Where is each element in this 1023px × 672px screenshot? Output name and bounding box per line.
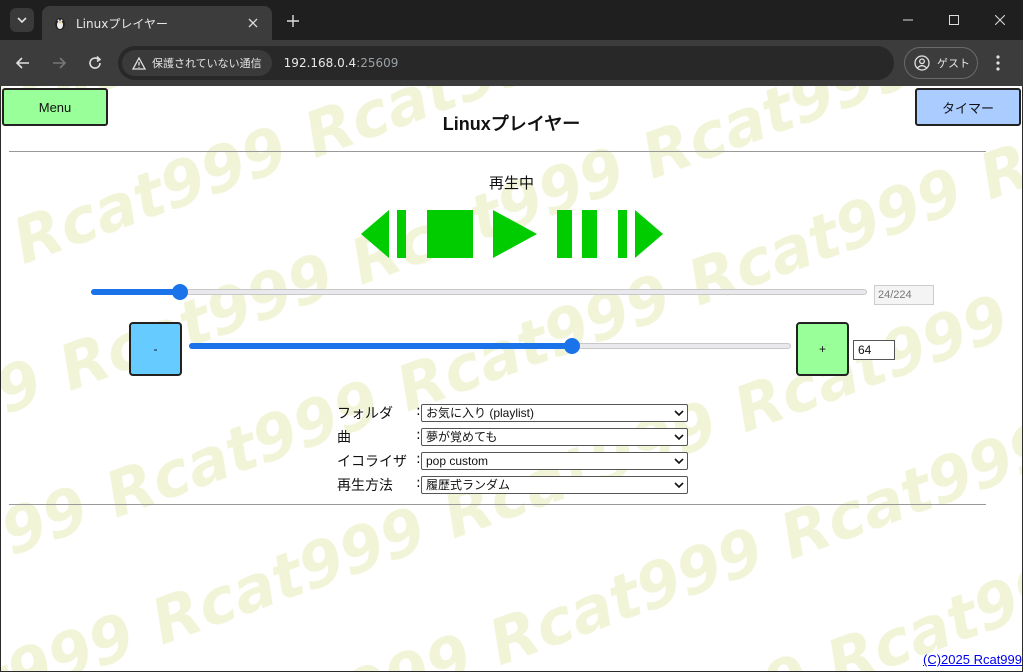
pause-icon[interactable] bbox=[557, 210, 599, 258]
colon: : bbox=[416, 427, 421, 443]
arrow-right-icon bbox=[53, 57, 67, 69]
chevron-down-icon bbox=[674, 482, 684, 489]
reload-icon bbox=[89, 55, 102, 69]
url-text: 192.168.0.4:25609 bbox=[284, 56, 399, 70]
play-icon[interactable] bbox=[493, 210, 537, 258]
profile-button[interactable]: ゲスト bbox=[904, 47, 978, 79]
next-icon[interactable] bbox=[618, 210, 663, 258]
colon: : bbox=[416, 475, 421, 491]
minimize-button[interactable] bbox=[885, 0, 931, 40]
warning-icon bbox=[132, 56, 146, 70]
minimize-icon bbox=[903, 19, 913, 21]
equalizer-value: pop custom bbox=[426, 454, 489, 468]
page-content: Rcat999 Menu Linuxプレイヤー タイマー 再生中 24/224 … bbox=[1, 86, 1022, 671]
forward-button[interactable] bbox=[47, 51, 71, 75]
page-title: Linuxプレイヤー bbox=[442, 114, 581, 134]
account-icon bbox=[914, 55, 930, 71]
maximize-button[interactable] bbox=[931, 0, 977, 40]
security-label: 保護されていない通信 bbox=[152, 57, 262, 70]
chevron-down-icon bbox=[674, 458, 684, 465]
slider-thumb[interactable] bbox=[564, 338, 581, 354]
playmode-select[interactable]: 履歴式ランダム bbox=[421, 476, 688, 494]
song-select[interactable]: 夢が覚めても bbox=[421, 428, 688, 446]
window-controls bbox=[885, 0, 1023, 40]
tab-title: Linuxプレイヤー bbox=[76, 16, 168, 31]
slider-fill bbox=[189, 343, 573, 349]
close-tab-icon[interactable] bbox=[244, 14, 262, 32]
tab-search-button[interactable] bbox=[10, 8, 34, 32]
chevron-down-icon bbox=[17, 17, 27, 24]
folder-value: お気に入り (playlist) bbox=[426, 406, 535, 420]
track-counter: 24/224 bbox=[874, 285, 934, 305]
stop-icon[interactable] bbox=[427, 210, 473, 258]
folder-row: フォルダ : お気に入り (playlist) bbox=[337, 402, 697, 424]
copyright-link[interactable]: (C)2025 Rcat999 bbox=[923, 652, 1022, 667]
security-indicator[interactable]: 保護されていない通信 bbox=[122, 50, 272, 76]
linux-penguin-icon bbox=[55, 18, 65, 30]
volume-up-button[interactable]: + bbox=[796, 322, 849, 376]
browser-menu-button[interactable] bbox=[988, 52, 1008, 74]
reload-button[interactable] bbox=[83, 51, 107, 75]
colon: : bbox=[416, 403, 421, 419]
chevron-down-icon bbox=[674, 434, 684, 441]
volume-value-input[interactable]: 64 bbox=[853, 340, 895, 360]
equalizer-row: イコライザ : pop custom bbox=[337, 450, 697, 472]
url-port: :25609 bbox=[356, 56, 399, 70]
song-row: 曲 : 夢が覚めても bbox=[337, 426, 697, 448]
maximize-icon bbox=[949, 15, 959, 25]
slider-track bbox=[91, 289, 867, 295]
track-position-slider[interactable] bbox=[91, 284, 867, 300]
divider-top bbox=[9, 151, 986, 152]
plus-icon bbox=[287, 15, 299, 27]
back-button[interactable] bbox=[11, 51, 35, 75]
volume-down-button[interactable]: - bbox=[129, 322, 182, 376]
equalizer-label: イコライザ bbox=[337, 454, 407, 470]
address-bar[interactable]: 保護されていない通信 192.168.0.4:25609 bbox=[118, 46, 894, 80]
slider-thumb[interactable] bbox=[172, 284, 189, 300]
browser-tab[interactable]: Linuxプレイヤー bbox=[42, 6, 272, 40]
new-tab-button[interactable] bbox=[282, 10, 304, 32]
playback-status: 再生中 bbox=[488, 174, 534, 192]
previous-icon[interactable] bbox=[361, 210, 407, 258]
volume-slider[interactable] bbox=[189, 338, 791, 354]
chevron-down-icon bbox=[674, 410, 684, 417]
playback-controls bbox=[361, 210, 663, 260]
timer-button[interactable]: タイマー bbox=[915, 88, 1021, 126]
profile-label: ゲスト bbox=[937, 57, 970, 70]
close-icon bbox=[995, 15, 1005, 25]
arrow-left-icon bbox=[15, 57, 29, 69]
playmode-row: 再生方法 : 履歴式ランダム bbox=[337, 474, 697, 496]
song-label: 曲 bbox=[337, 430, 351, 446]
divider-bottom bbox=[9, 504, 986, 505]
equalizer-select[interactable]: pop custom bbox=[421, 452, 688, 470]
playmode-label: 再生方法 bbox=[337, 478, 393, 494]
close-window-button[interactable] bbox=[977, 0, 1023, 40]
song-value: 夢が覚めても bbox=[426, 430, 498, 444]
slider-fill bbox=[91, 289, 181, 295]
more-vertical-icon bbox=[996, 55, 1000, 71]
colon: : bbox=[416, 451, 421, 467]
browser-titlebar: Linuxプレイヤー bbox=[0, 0, 1023, 40]
url-host: 192.168.0.4 bbox=[283, 56, 357, 70]
browser-toolbar: 保護されていない通信 192.168.0.4:25609 ゲスト bbox=[0, 40, 1023, 86]
playmode-value: 履歴式ランダム bbox=[426, 478, 511, 492]
folder-select[interactable]: お気に入り (playlist) bbox=[421, 404, 688, 422]
folder-label: フォルダ bbox=[337, 406, 393, 422]
